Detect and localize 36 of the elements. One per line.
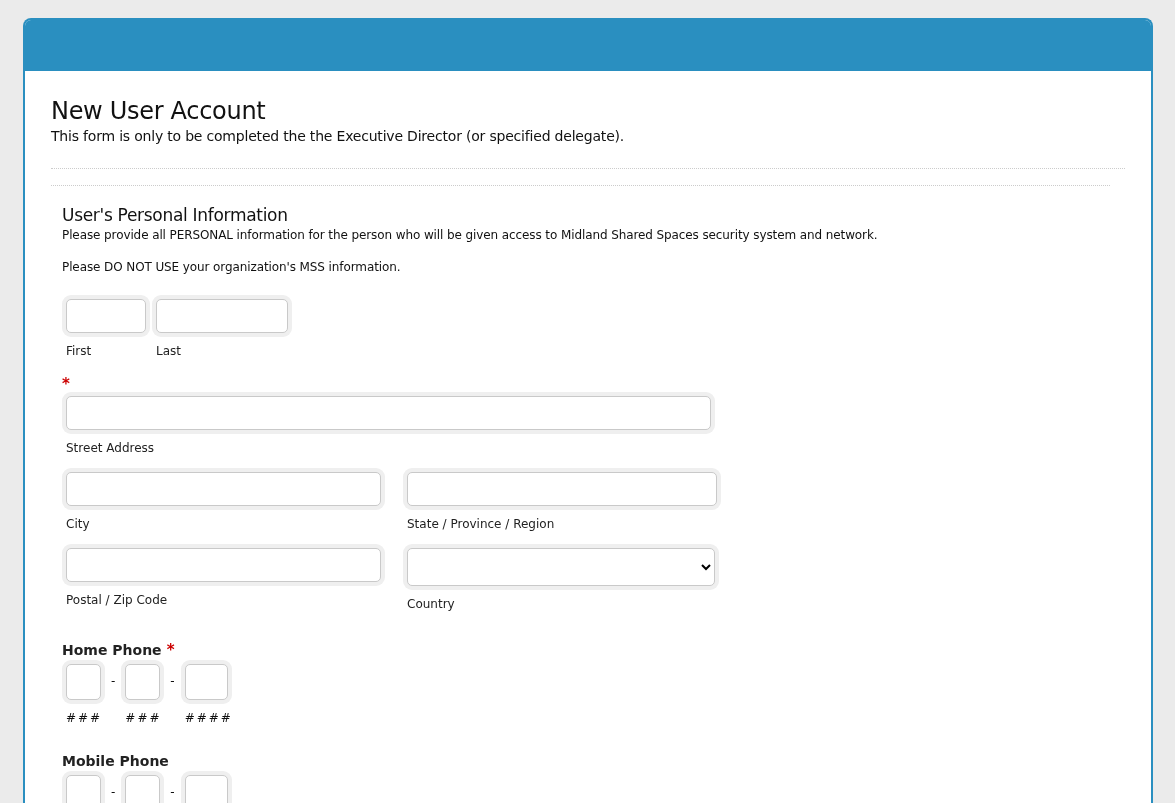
field-sublabel: Country bbox=[407, 597, 456, 611]
form-title: New User Account bbox=[51, 97, 267, 125]
field-sublabel: Postal / Zip Code bbox=[66, 593, 169, 607]
field-sublabel: Last bbox=[156, 344, 182, 358]
required-mark: * bbox=[62, 375, 70, 393]
section-instructions: Please DO NOT USE your organization's MSS information. bbox=[62, 260, 402, 274]
section-title: User's Personal Information bbox=[62, 205, 289, 225]
form-description: This form is only to be completed the the Executive Director (or specified delegate). bbox=[51, 128, 626, 144]
phone-input[interactable] bbox=[125, 664, 161, 700]
phone-input[interactable] bbox=[125, 775, 161, 803]
dash-separator: - bbox=[170, 674, 175, 688]
field-sublabel: #### bbox=[184, 711, 233, 725]
field-sublabel: City bbox=[66, 517, 91, 531]
address-input[interactable] bbox=[66, 396, 711, 430]
phone-input[interactable] bbox=[66, 775, 101, 803]
field-sublabel: ### bbox=[66, 711, 104, 725]
dash-separator: - bbox=[170, 785, 175, 799]
field-sublabel: ### bbox=[125, 711, 163, 725]
phone-label: Mobile Phone bbox=[62, 753, 169, 769]
field-sublabel: First bbox=[66, 344, 93, 358]
address-input[interactable] bbox=[66, 548, 381, 582]
address-input[interactable] bbox=[407, 472, 717, 506]
dash-separator: - bbox=[111, 785, 116, 799]
phone-label: Home Phone bbox=[62, 642, 162, 658]
name-input[interactable] bbox=[66, 299, 146, 333]
field-sublabel: Street Address bbox=[66, 441, 156, 455]
name-input[interactable] bbox=[156, 299, 288, 333]
field-sublabel: State / Province / Region bbox=[407, 517, 556, 531]
phone-input[interactable] bbox=[184, 775, 228, 803]
phone-input[interactable] bbox=[184, 664, 228, 700]
required-mark: * bbox=[166, 641, 175, 659]
phone-input[interactable] bbox=[66, 664, 101, 700]
dash-separator: - bbox=[111, 674, 116, 688]
address-input[interactable] bbox=[66, 472, 381, 506]
section-instructions: Please provide all PERSONAL information for the person who will be given access to Midland Shared Spaces security system and network. bbox=[62, 228, 879, 242]
country-select[interactable] bbox=[407, 548, 715, 586]
